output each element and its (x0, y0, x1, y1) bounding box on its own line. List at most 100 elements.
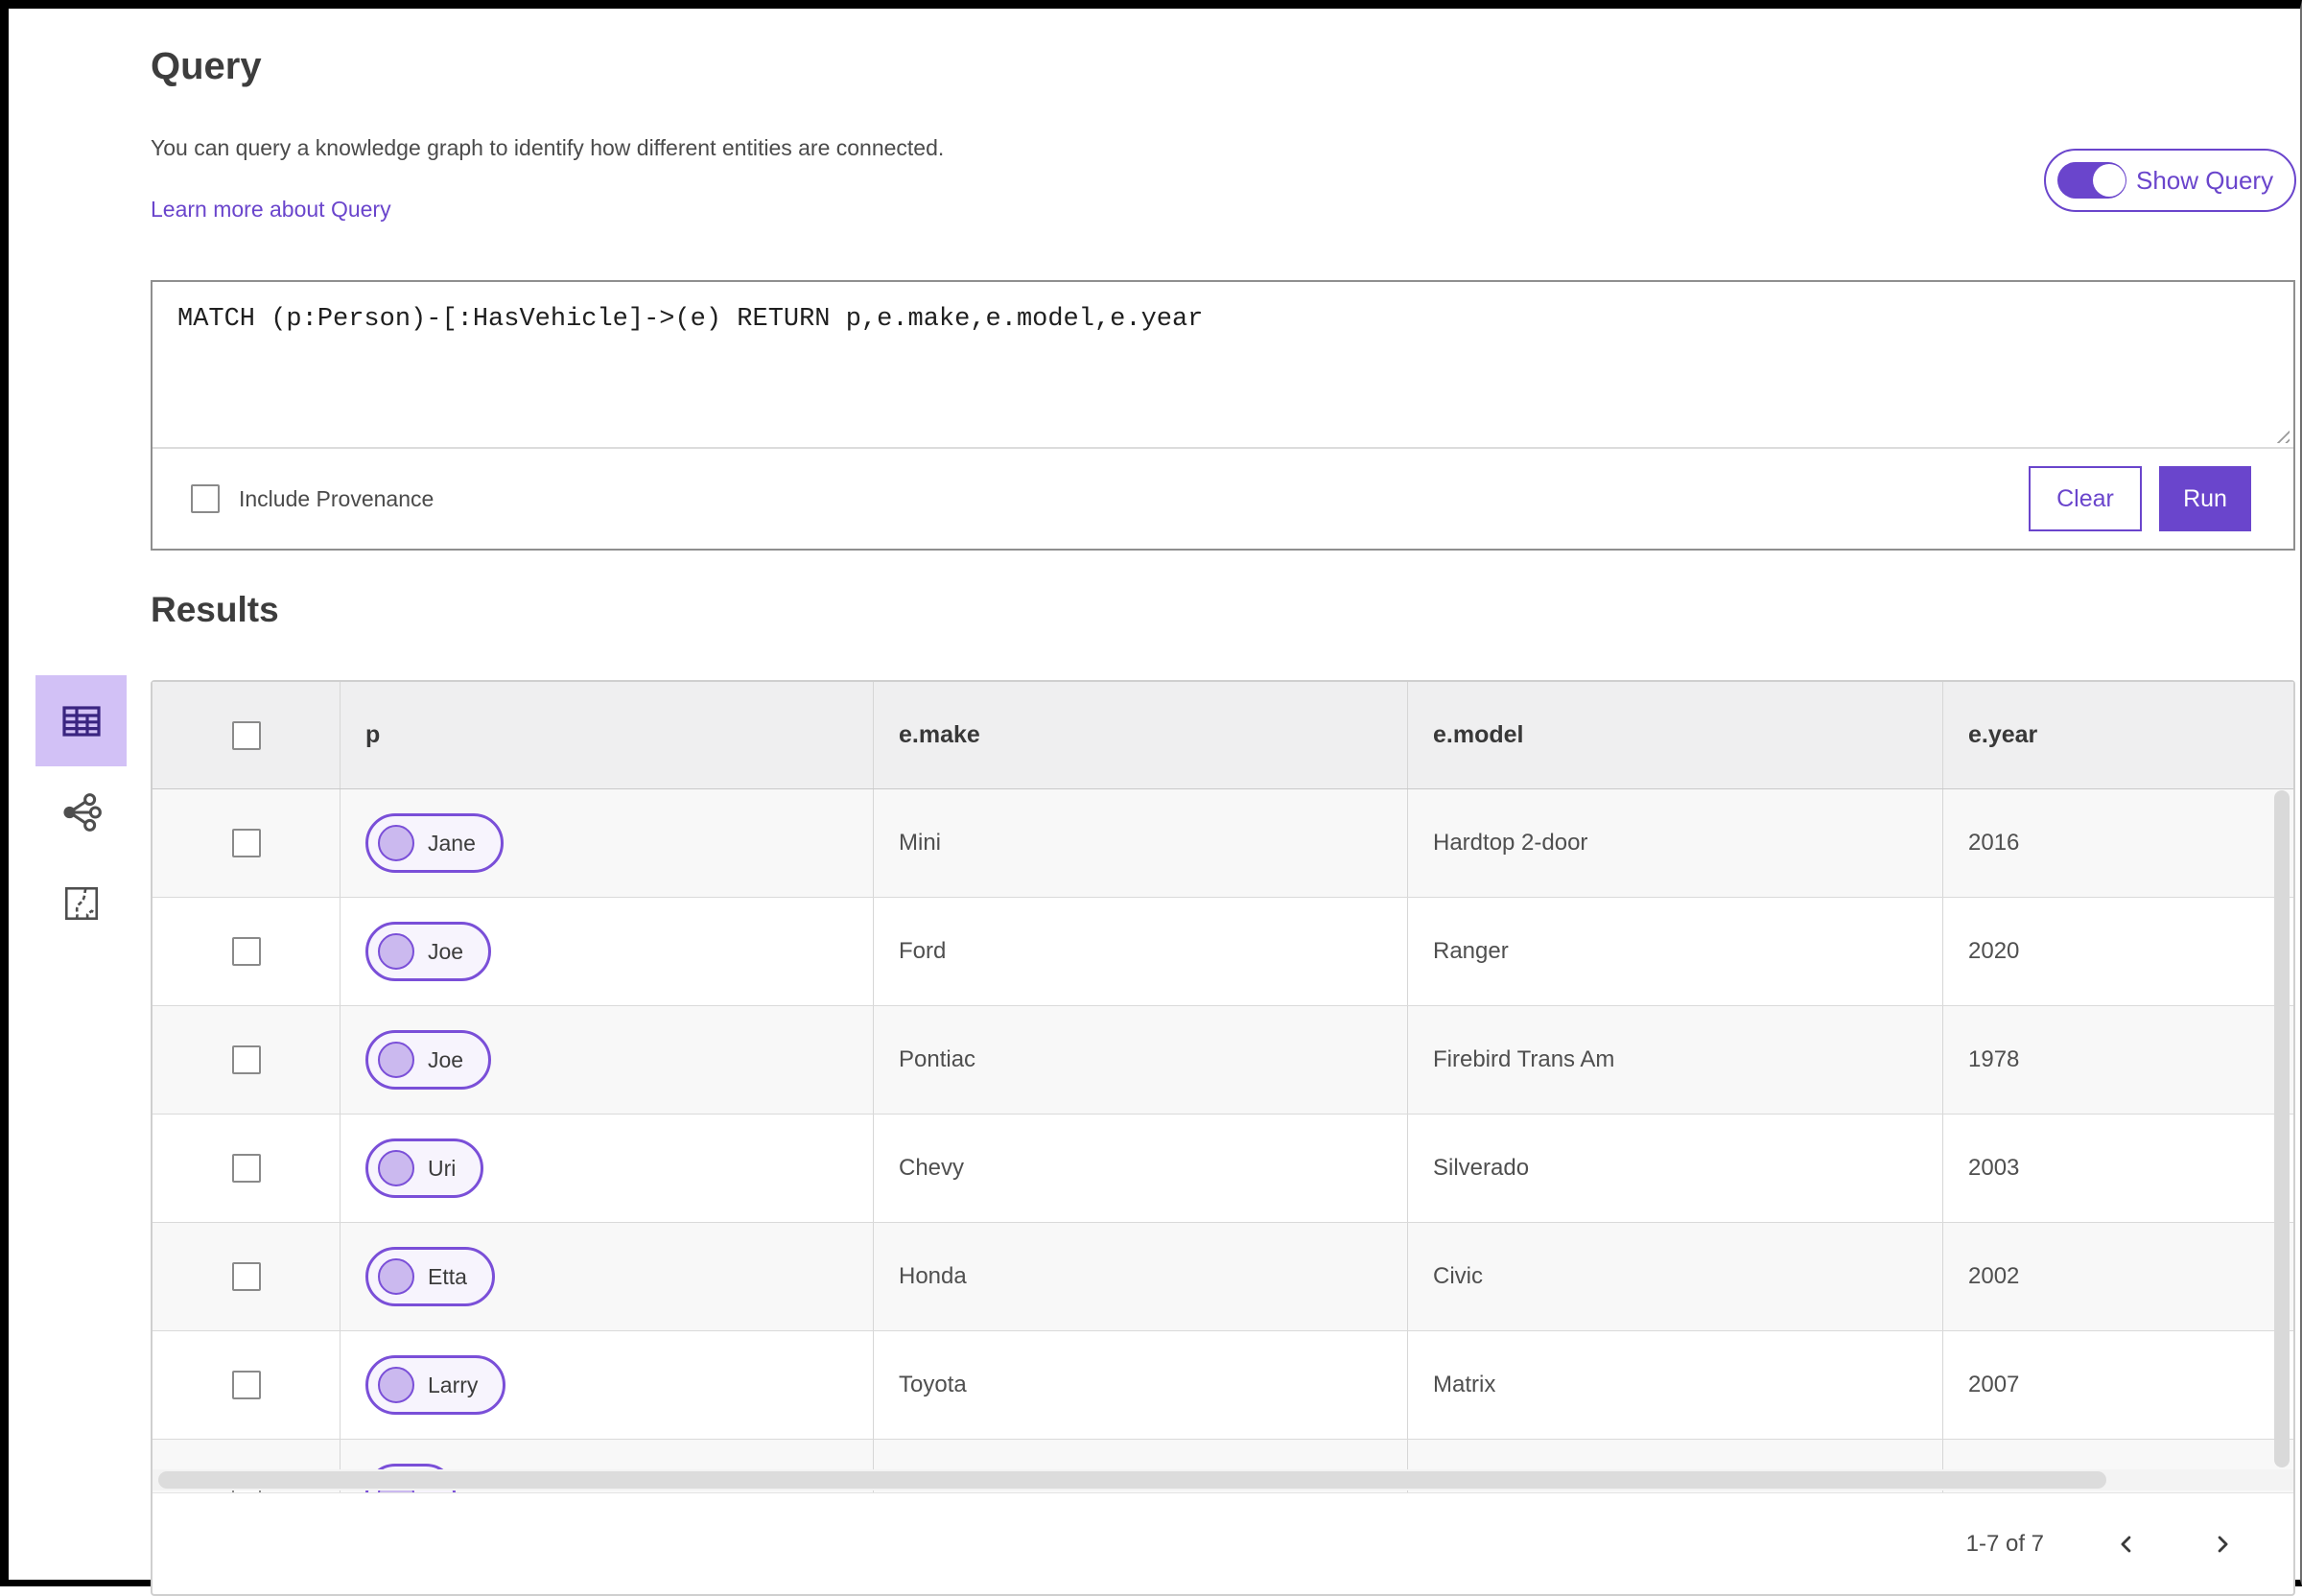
entity-node-icon (378, 1150, 414, 1186)
entity-node-icon (378, 1367, 414, 1403)
show-query-toggle[interactable]: Show Query (2044, 149, 2297, 212)
entity-pill[interactable]: Uri (365, 1138, 484, 1198)
cell-p: Larry (341, 1331, 874, 1439)
toggle-knob (2093, 164, 2126, 197)
entity-pill[interactable]: Joe (365, 922, 492, 981)
entity-node-icon (378, 825, 414, 861)
entity-pill[interactable]: Larry (365, 1355, 506, 1415)
chevron-right-icon (2218, 1536, 2228, 1552)
query-editor-area: MATCH (p:Person)-[:HasVehicle]->(e) RETU… (153, 282, 2293, 449)
entity-node-icon (378, 933, 414, 970)
horizontal-scrollbar-thumb[interactable] (158, 1471, 2107, 1489)
cell-e-year: 2007 (1968, 1372, 2020, 1397)
run-button[interactable]: Run (2159, 466, 2251, 531)
cell-e-year: 2016 (1968, 830, 2020, 856)
row-checkbox-cell (153, 1115, 341, 1222)
entity-name: Larry (428, 1372, 479, 1397)
column-header-e-model[interactable]: e.model (1408, 682, 1943, 788)
query-editor-footer: Include Provenance Clear Run (153, 449, 2293, 549)
entity-name: Joe (428, 938, 464, 964)
query-editor-panel: MATCH (p:Person)-[:HasVehicle]->(e) RETU… (151, 280, 2295, 551)
include-provenance-label: Include Provenance (239, 485, 435, 511)
header-checkbox-cell (153, 682, 341, 788)
tab-link-chart-view[interactable] (35, 766, 127, 857)
tab-map-view[interactable] (35, 857, 127, 949)
results-panel: p e.make e.model e.year Jane Mini Hardto… (151, 680, 2295, 1596)
row-checkbox[interactable] (231, 1045, 261, 1074)
toggle-on-icon (2057, 162, 2126, 199)
vertical-scrollbar-thumb[interactable] (2274, 790, 2290, 1467)
row-checkbox[interactable] (231, 1371, 261, 1399)
cell-e-year: 2002 (1968, 1263, 2020, 1289)
cell-e-model: Matrix (1408, 1331, 1943, 1439)
table-row: Joe Ford Ranger 2020 (153, 898, 2293, 1006)
cell-e-make: Chevy (874, 1115, 1408, 1222)
cell-e-make: Toyota (874, 1331, 1408, 1439)
cell-p: Etta (341, 1223, 874, 1330)
show-query-label: Show Query (2136, 165, 2274, 195)
row-checkbox-cell (153, 1331, 341, 1439)
entity-name: Jane (428, 830, 476, 856)
table-row: Etta Honda Civic 2002 (153, 1223, 2293, 1331)
table-row: Uri Chevy Silverado 2003 (153, 1115, 2293, 1223)
page-title: Query (151, 45, 262, 87)
table-row: Larry Toyota Matrix 2007 (153, 1331, 2293, 1440)
tab-table-view[interactable] (35, 675, 127, 766)
table-view-icon (61, 705, 101, 737)
results-table: p e.make e.model e.year Jane Mini Hardto… (153, 682, 2293, 1492)
cell-e-model: Silverado (1408, 1115, 1943, 1222)
entity-node-icon (378, 1042, 414, 1078)
cell-e-year: 1978 (1968, 1046, 2020, 1072)
entity-pill[interactable]: Jane (365, 813, 504, 873)
clear-button[interactable]: Clear (2029, 466, 2142, 531)
row-checkbox-cell (153, 789, 341, 897)
cell-e-model: Firebird Trans Am (1408, 1006, 1943, 1114)
entity-node-icon (378, 1258, 414, 1295)
next-page-button[interactable] (2209, 1531, 2236, 1558)
row-checkbox[interactable] (231, 1262, 261, 1291)
entity-name: Uri (428, 1155, 457, 1181)
cell-p: Uri (341, 1115, 874, 1222)
cell-e-make: Mini (874, 789, 1408, 897)
table-header-row: p e.make e.model e.year (153, 682, 2293, 789)
cell-e-make: Ford (874, 898, 1408, 1005)
entity-pill[interactable]: Joe (365, 1030, 492, 1090)
entity-pill[interactable]: Etta (365, 1247, 495, 1306)
row-checkbox-cell (153, 1223, 341, 1330)
cell-p: Joe (341, 898, 874, 1005)
column-header-e-year[interactable]: e.year (1943, 682, 2293, 788)
cell-e-make: Honda (874, 1223, 1408, 1330)
cell-e-year: 2020 (1968, 938, 2020, 964)
pagination-bar: 1-7 of 7 (153, 1492, 2293, 1594)
previous-page-button[interactable] (2113, 1531, 2140, 1558)
row-checkbox[interactable] (231, 829, 261, 857)
link-chart-view-icon (62, 792, 102, 832)
row-checkbox[interactable] (231, 937, 261, 966)
row-checkbox[interactable] (231, 1154, 261, 1183)
include-provenance-checkbox[interactable] (191, 484, 220, 513)
results-heading: Results (151, 590, 279, 629)
select-all-checkbox[interactable] (231, 720, 261, 750)
map-view-icon (64, 886, 98, 920)
row-checkbox-cell (153, 898, 341, 1005)
cell-e-make: Pontiac (874, 1006, 1408, 1114)
learn-more-link[interactable]: Learn more about Query (151, 197, 391, 223)
row-checkbox-cell (153, 1006, 341, 1114)
table-row: Joe Pontiac Firebird Trans Am 1978 (153, 1006, 2293, 1115)
horizontal-scrollbar[interactable] (153, 1469, 2293, 1490)
column-header-p[interactable]: p (341, 682, 874, 788)
cell-e-model: Civic (1408, 1223, 1943, 1330)
entity-name: Etta (428, 1263, 467, 1289)
chevron-left-icon (2121, 1536, 2131, 1552)
cell-e-year: 2003 (1968, 1155, 2020, 1181)
cell-p: Jane (341, 789, 874, 897)
results-view-switcher (35, 675, 127, 949)
column-header-e-make[interactable]: e.make (874, 682, 1408, 788)
vertical-scrollbar[interactable] (2274, 790, 2290, 1467)
table-row: Jane Mini Hardtop 2-door 2016 (153, 789, 2293, 898)
cell-e-model: Ranger (1408, 898, 1943, 1005)
page-description: You can query a knowledge graph to ident… (151, 135, 945, 160)
query-input[interactable]: MATCH (p:Person)-[:HasVehicle]->(e) RETU… (153, 282, 2293, 447)
entity-name: Joe (428, 1046, 464, 1072)
cell-e-model: Hardtop 2-door (1408, 789, 1943, 897)
